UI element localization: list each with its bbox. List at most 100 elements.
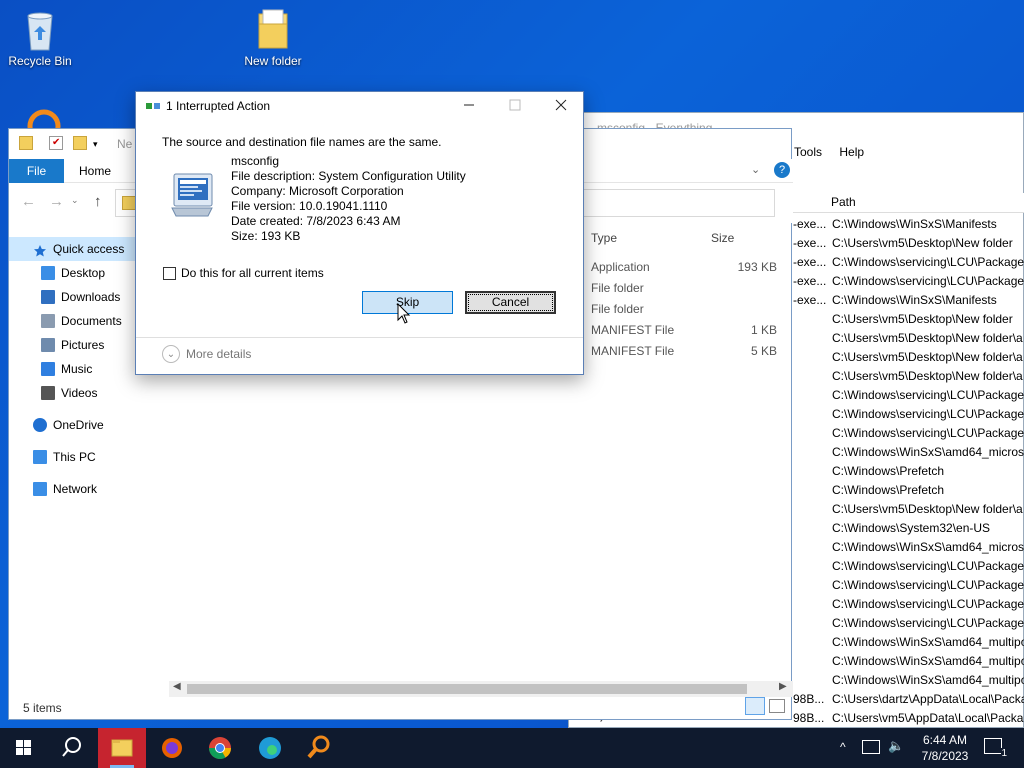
volume-muted-icon[interactable]: 🔈 [888,738,904,754]
more-details-link[interactable]: More details [186,347,251,361]
result-name-fragment: -exe... [793,293,827,307]
desktop-icon-recycle-bin[interactable]: Recycle Bin [2,8,78,68]
file-info: msconfig File description: System Config… [231,154,466,244]
back-icon[interactable]: ← [21,193,36,210]
result-path: C:\Users\vm5\Desktop\New folder\a [832,369,1023,383]
apply-all-checkbox[interactable] [163,267,176,280]
network-status-icon[interactable] [862,740,880,754]
file-company: Company: Microsoft Corporation [231,184,404,198]
download-icon [41,290,55,304]
dialog-title: 1 Interrupted Action [166,99,271,113]
qat-dropdown-icon[interactable]: ▾ [93,139,98,150]
file-row[interactable]: Application 193 KB [585,257,793,278]
tab-file[interactable]: File [9,159,64,183]
nav-item-label: Videos [61,386,98,400]
nav-item-videos[interactable]: Videos [9,381,167,405]
notification-count: 1 [1001,748,1007,759]
file-row[interactable]: File folder [585,278,793,299]
file-row[interactable]: MANIFEST File 5 KB [585,341,793,362]
file-size: 193 KB [737,260,777,274]
desktop-icon-label: Recycle Bin [8,54,72,68]
star-icon [33,242,47,257]
videos-icon [41,386,55,400]
folder-icon [19,136,33,150]
maximize-icon [508,98,522,112]
file-row[interactable]: MANIFEST File 1 KB [585,320,793,341]
properties-icon[interactable]: ✔ [49,136,63,150]
mouse-cursor-icon [397,302,411,325]
result-path: C:\Windows\servicing\LCU\Package [832,559,1024,573]
nav-item-label: Network [53,482,98,496]
copy-icon [146,100,160,112]
apply-all-label[interactable]: Do this for all current items [181,266,324,280]
chrome-icon[interactable] [196,728,244,768]
tab-home[interactable]: Home [79,159,111,183]
result-path: C:\Users\vm5\Desktop\New folder [832,312,1013,326]
result-path: C:\Windows\WinSxS\amd64_microsc [832,540,1024,554]
nav-item-label: Music [61,362,93,376]
pictures-icon [41,338,55,352]
result-path: C:\Windows\System32\en-US [832,521,991,535]
cancel-button[interactable]: Cancel [465,291,556,314]
new-folder-icon[interactable] [73,136,87,150]
nav-item-network[interactable]: Network [9,477,167,501]
result-name-fragment: -exe... [793,217,827,231]
application-file-icon [168,170,216,222]
file-type: MANIFEST File [591,344,675,358]
show-hidden-icons-icon[interactable]: ^ [840,740,846,754]
edge-icon[interactable] [246,728,294,768]
computer-icon [33,450,47,464]
cloud-icon [33,418,47,432]
scroll-left-icon[interactable]: ◀ [173,681,181,692]
interrupted-action-dialog: 1 Interrupted Action The source and dest… [135,91,584,375]
large-icons-view-icon[interactable] [769,699,785,713]
clock-time: 6:44 AM [922,733,968,747]
dialog-message: The source and destination file names ar… [162,135,442,149]
result-path: C:\Windows\WinSxS\amd64_multipo [832,654,1024,668]
result-path: C:\Windows\servicing\LCU\Package [832,616,1024,630]
result-path: C:\Windows\WinSxS\amd64_microsof [832,445,1024,459]
column-type[interactable]: Type [591,231,617,245]
firefox-icon[interactable] [148,728,196,768]
menu-help[interactable]: Help [839,145,864,159]
nav-item-label: Quick access [53,242,125,256]
chevron-down-icon[interactable]: ⌄ [162,345,180,363]
file-name: msconfig [231,154,280,168]
start-button[interactable] [0,728,48,768]
result-path: C:\Windows\servicing\LCU\Package [832,255,1024,269]
notification-icon[interactable]: 1 [984,738,1007,759]
result-path: C:\Windows\WinSxS\amd64_multipo [832,673,1024,687]
minimize-icon[interactable] [462,98,476,112]
scrollbar-thumb[interactable] [187,684,747,694]
nav-item-onedrive[interactable]: OneDrive [9,413,167,437]
everything-search-icon[interactable] [294,728,342,768]
forward-icon[interactable]: → [49,193,64,210]
scroll-right-icon[interactable]: ▶ [779,681,787,692]
search-icon[interactable] [48,728,96,768]
close-icon[interactable] [554,98,568,112]
taskbar-clock[interactable]: 6:44 AM 7/8/2023 [914,732,976,764]
file-date-created: Date created: 7/8/2023 6:43 AM [231,214,401,228]
horizontal-scrollbar[interactable]: ◀ ▶ [169,681,793,697]
file-row[interactable]: File folder [585,299,793,320]
file-size: Size: 193 KB [231,229,301,243]
desktop-icon-new-folder[interactable]: New folder [235,8,311,68]
details-view-icon[interactable] [745,697,765,715]
everything-app-icon[interactable] [26,108,62,143]
file-explorer-taskbar-icon[interactable] [98,728,146,768]
up-icon[interactable]: ↑ [94,193,102,210]
file-type: File folder [591,302,644,316]
dialog-titlebar: 1 Interrupted Action [136,92,583,120]
column-size[interactable]: Size [711,231,734,245]
result-path: C:\Windows\servicing\LCU\Package [832,426,1024,440]
nav-item-label: Desktop [61,266,106,280]
menu-tools[interactable]: Tools [794,145,822,159]
recent-locations-icon[interactable]: ⌄ [71,195,79,206]
music-icon [41,362,55,376]
expand-ribbon-icon[interactable]: ⌄ [751,163,760,176]
nav-item-this-pc[interactable]: This PC [9,445,167,469]
everything-menubar: Tools Help [794,145,878,159]
help-icon[interactable]: ? [774,162,790,178]
column-path[interactable]: Path [831,195,856,209]
desktop-icon-label: New folder [244,54,302,68]
